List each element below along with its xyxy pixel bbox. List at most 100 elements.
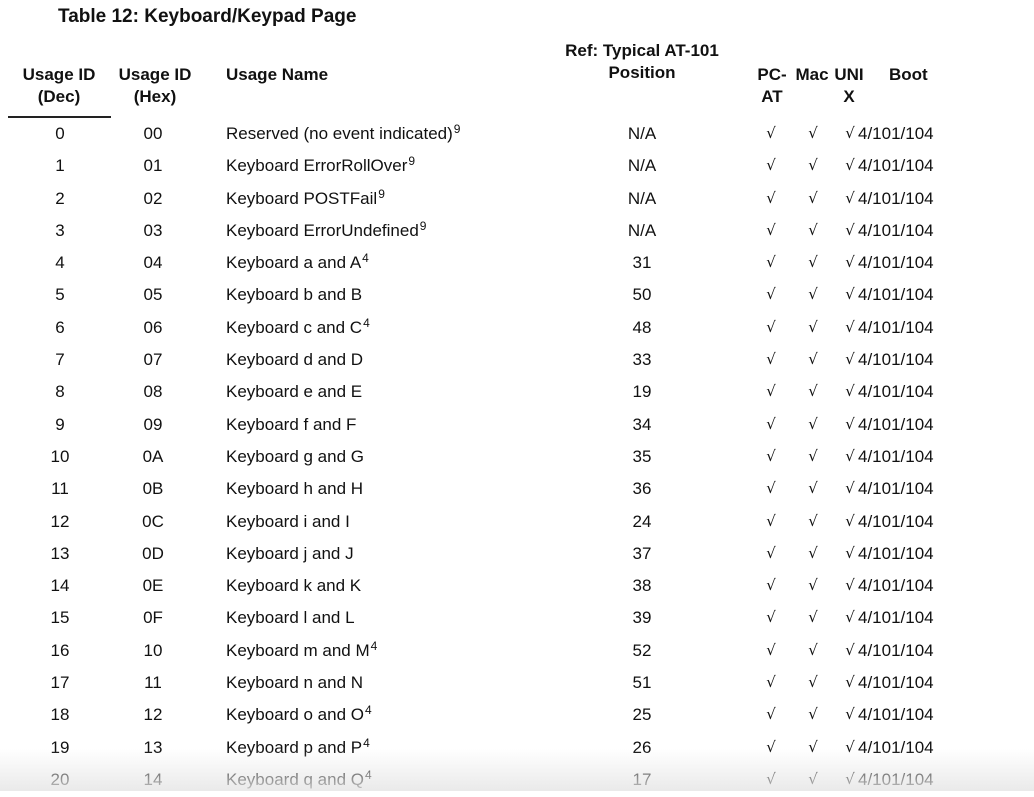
table-row: 5 05 Keyboard b and B 50 √ √ √ 4/101/104 (0, 280, 1034, 312)
at101-position: 38 (632, 576, 652, 596)
table-row: 8 08 Keyboard e and E 19 √ √ √ 4/101/104 (0, 377, 1034, 409)
footnote-ref: 4 (362, 251, 369, 266)
table-row: 0 00 Reserved (no event indicated)9 N/A √ √ √ 4… (0, 119, 1034, 151)
pc-at-check: √ (766, 608, 776, 627)
usage-name-text: Keyboard ErrorRollOver (226, 156, 408, 176)
usage-id-dec: 18 (50, 705, 70, 725)
header-usage-name: Usage Name (226, 65, 329, 84)
at101-position: 50 (632, 285, 652, 305)
usage-name: Keyboard f and F (226, 415, 356, 435)
at101-position: 39 (632, 608, 652, 628)
boot-value: 4/101/104 (858, 414, 934, 434)
boot-value: 4/101/104 (858, 543, 934, 563)
at101-position: N/A (627, 124, 657, 143)
usage-id-dec: 11 (51, 479, 69, 499)
usage-id-dec: 2 (55, 188, 65, 208)
pc-at-check: √ (766, 220, 776, 239)
usage-name: Keyboard g and G (226, 447, 364, 467)
pc-at-check: √ (766, 769, 776, 788)
table-row: 13 0D Keyboard j and J 37 √ √ √ 4/101/104 (0, 539, 1034, 571)
pc-at-check: √ (766, 350, 776, 369)
usage-id-hex: 14 (143, 769, 163, 789)
pc-at-check: √ (766, 414, 776, 433)
usage-name-text: Keyboard j and J (226, 543, 354, 563)
usage-id-hex: 11 (144, 673, 162, 693)
boot-value: 4/101/104 (858, 382, 934, 402)
usage-id-dec: 9 (55, 414, 65, 434)
header-boot: Boot (889, 65, 928, 84)
usage-id-hex: 08 (143, 382, 163, 402)
table-row: 18 12 Keyboard o and O4 25 √ √ √ 4/101/104 (0, 700, 1034, 732)
usage-name: Keyboard d and D (226, 350, 363, 370)
usage-name-text: Keyboard n and N (226, 673, 364, 693)
usage-name-text: Keyboard c and C (226, 317, 363, 337)
pc-at-check: √ (766, 673, 776, 692)
boot-value: 4/101/104 (858, 576, 934, 596)
mac-check: √ (808, 317, 818, 336)
usage-id-dec: 7 (55, 350, 65, 370)
usage-name: Keyboard ErrorUndefined9 (226, 219, 426, 241)
usage-name: Keyboard j and J (226, 544, 354, 564)
table-body: 0 00 Reserved (no event indicated)9 N/A √ √ √ 4… (0, 119, 1034, 797)
pc-at-check: √ (766, 446, 776, 465)
boot-value: 4/101/104 (858, 769, 934, 789)
usage-name: Keyboard p and P4 (226, 736, 370, 758)
usage-name: Keyboard c and C4 (226, 315, 370, 338)
mac-check: √ (808, 350, 818, 369)
header-usage-id-dec-line2: (Dec) (37, 87, 81, 106)
usage-name-text: Keyboard b and B (226, 285, 363, 305)
mac-check: √ (808, 511, 818, 530)
pc-at-check: √ (766, 124, 776, 142)
at101-position: N/A (627, 156, 657, 176)
pc-at-check: √ (766, 382, 776, 401)
usage-name-text: Keyboard a and A (226, 253, 362, 273)
pc-at-check: √ (766, 253, 776, 272)
at101-position: 34 (632, 414, 652, 434)
mac-check: √ (808, 608, 818, 627)
at101-position: 19 (632, 382, 652, 402)
table-row: 11 0B Keyboard h and H 36 √ √ √ 4/101/104 (0, 474, 1034, 506)
table-row: 1 01 Keyboard ErrorRollOver9 N/A √ √ √ 4/101/10… (0, 151, 1034, 183)
header-pc-at-line1: PC- (757, 65, 787, 84)
table-row: 14 0E Keyboard k and K 38 √ √ √ 4/101/104 (0, 571, 1034, 603)
table-row: 20 14 Keyboard q and Q4 17 √ √ √ 4/101/104 (0, 765, 1034, 797)
boot-value: 4/101/104 (858, 124, 934, 143)
usage-id-hex: 0B (142, 479, 164, 499)
boot-value: 4/101/104 (858, 479, 934, 499)
usage-name-text: Keyboard e and E (226, 382, 363, 402)
usage-id-dec: 10 (50, 446, 70, 466)
header-usage-id-hex-line1: Usage ID (118, 65, 192, 84)
table-row: 3 03 Keyboard ErrorUndefined9 N/A √ √ √ 4/101/1… (0, 216, 1034, 248)
usage-id-dec: 15 (50, 608, 70, 628)
footnote-ref: 4 (363, 315, 370, 330)
at101-position: 24 (632, 511, 652, 531)
boot-value: 4/101/104 (858, 446, 934, 466)
header-unix-line2: X (843, 87, 855, 106)
usage-id-dec: 0 (55, 124, 65, 143)
at101-position: N/A (627, 188, 657, 208)
usage-id-hex: 06 (143, 317, 163, 337)
usage-id-dec: 17 (50, 673, 70, 693)
at101-position: 33 (632, 350, 652, 370)
mac-check: √ (808, 543, 818, 562)
header-pc-at: PC- AT (752, 64, 792, 108)
header-usage-id-hex-line2: (Hex) (133, 87, 177, 106)
boot-value: 4/101/104 (858, 253, 934, 273)
usage-id-dec: 3 (55, 220, 65, 240)
footnote-ref: 4 (364, 703, 372, 718)
usage-name: Keyboard ErrorRollOver9 (226, 154, 415, 176)
header-usage-id-dec-line1: Usage ID (22, 65, 96, 84)
boot-value: 4/101/104 (858, 705, 934, 725)
at101-position: 48 (632, 317, 652, 337)
usage-name: Keyboard o and O4 (226, 703, 372, 725)
usage-id-hex: 0D (142, 543, 164, 563)
table-row: 19 13 Keyboard p and P4 26 √ √ √ 4/101/104 (0, 733, 1034, 765)
mac-check: √ (808, 285, 818, 304)
usage-name-text: Keyboard g and G (226, 446, 364, 466)
usage-id-dec: 16 (50, 640, 70, 660)
usage-name-text: Keyboard f and F (226, 414, 357, 434)
usage-id-dec: 5 (55, 285, 65, 305)
mac-check: √ (808, 576, 818, 595)
table-title: Table 12: Keyboard/Keypad Page (58, 6, 357, 27)
usage-id-dec: 1 (55, 156, 65, 176)
